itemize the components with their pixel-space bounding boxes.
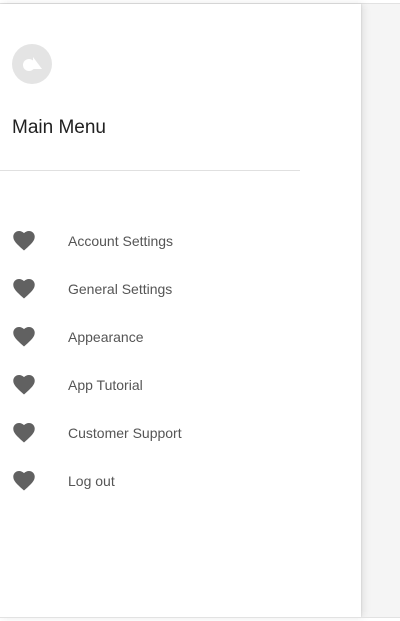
heart-icon [13, 231, 35, 251]
navigation-drawer: Main Menu Account Settings General Setti… [0, 4, 361, 617]
menu-item-label: General Settings [68, 281, 173, 297]
menu-item-label: Account Settings [68, 233, 174, 249]
menu-item-label: Appearance [68, 329, 144, 345]
menu-item-label: Customer Support [68, 425, 182, 441]
menu-item-account-settings[interactable]: Account Settings [0, 216, 361, 264]
heart-icon [13, 327, 35, 347]
menu-item-customer-support[interactable]: Customer Support [0, 408, 361, 456]
bottom-border [0, 617, 400, 618]
header-divider [0, 170, 300, 171]
heart-icon [13, 423, 35, 443]
menu-item-label: App Tutorial [68, 377, 143, 393]
app-logo-icon [12, 44, 52, 84]
app-frame: Main Menu Account Settings General Setti… [0, 0, 400, 621]
drawer-title: Main Menu [12, 117, 106, 138]
menu-item-label: Log out [68, 473, 115, 489]
logo-glyph [23, 57, 42, 71]
menu-item-general-settings[interactable]: General Settings [0, 264, 361, 312]
heart-icon [13, 279, 35, 299]
menu-item-appearance[interactable]: Appearance [0, 312, 361, 360]
menu-item-app-tutorial[interactable]: App Tutorial [0, 360, 361, 408]
heart-icon [13, 471, 35, 491]
menu-item-log-out[interactable]: Log out [0, 456, 361, 504]
drawer-scrim[interactable] [361, 4, 400, 617]
main-menu: Account Settings General Settings Appear… [0, 216, 361, 504]
heart-icon [13, 375, 35, 395]
